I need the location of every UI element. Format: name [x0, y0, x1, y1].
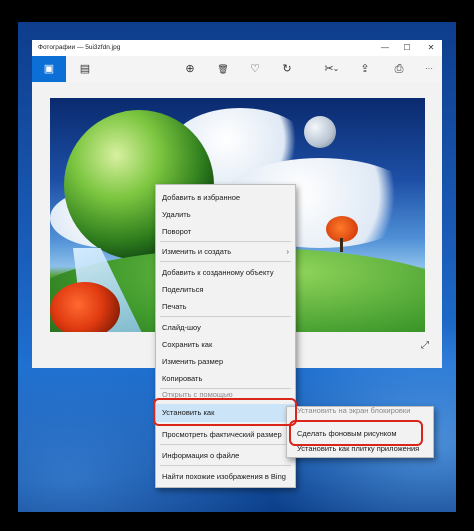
tree-trunk: [340, 238, 343, 252]
menu-item-label: Изменить и создать: [162, 247, 232, 256]
menu-item-label: Удалить: [162, 210, 191, 219]
menu-item-label: Поделиться: [162, 285, 204, 294]
menu-item-label: Печать: [162, 302, 187, 311]
photo-icon[interactable]: ▣: [32, 56, 66, 82]
delete-icon[interactable]: 🗑: [212, 56, 234, 82]
rotate-icon[interactable]: ↻: [276, 56, 298, 82]
share-icon[interactable]: ⇪: [354, 56, 376, 82]
print-icon[interactable]: ⎙: [388, 56, 410, 82]
menu-item-label: Найти похожие изображения в Bing: [162, 472, 286, 481]
maximize-button[interactable]: ☐: [396, 40, 418, 56]
menu-item-file-info[interactable]: Информация о файле: [156, 447, 295, 464]
window-title: Фотографии — 5ui3zfdn.jpg: [38, 44, 121, 51]
menu-item-label: Просмотреть фактический размер: [162, 430, 282, 439]
menu-item-label: Информация о файле: [162, 451, 240, 460]
menu-item-slideshow[interactable]: Слайд-шоу: [156, 319, 295, 336]
menu-separator: [160, 444, 291, 445]
highlight-set-as: [153, 398, 297, 426]
menu-item-copy[interactable]: Копировать: [156, 370, 295, 387]
menu-separator: [160, 316, 291, 317]
menu-item-share[interactable]: Поделиться: [156, 281, 295, 298]
menu-item-view-actual-size[interactable]: Просмотреть фактический размер: [156, 426, 295, 443]
menu-item-save-as[interactable]: Сохранить как: [156, 336, 295, 353]
chevron-down-icon[interactable]: ⌄: [330, 56, 342, 82]
menu-separator: [160, 241, 291, 242]
minimize-button[interactable]: —: [374, 40, 396, 56]
moon: [304, 116, 336, 148]
close-button[interactable]: ✕: [420, 40, 442, 56]
menu-item-label: Слайд-шоу: [162, 323, 201, 332]
more-icon[interactable]: ···: [418, 56, 440, 82]
menu-item-label: Сохранить как: [162, 340, 213, 349]
highlight-set-as-background: [289, 420, 423, 446]
menu-item-resize[interactable]: Изменить размер: [156, 353, 295, 370]
menu-item-edit-and-create[interactable]: Изменить и создать ›: [156, 243, 295, 260]
menu-separator: [160, 465, 291, 466]
submenu-item-label: Установить на экран блокировки: [297, 406, 411, 415]
menu-item-add-to-creation[interactable]: Добавить к созданному объекту: [156, 264, 295, 281]
menu-item-label: Добавить к созданному объекту: [162, 268, 274, 277]
chevron-right-icon: ›: [286, 247, 289, 256]
menu-separator: [160, 261, 291, 262]
title-bar[interactable]: Фотографии — 5ui3zfdn.jpg — ☐ ✕: [32, 40, 442, 56]
submenu-item-lock-screen[interactable]: Установить на экран блокировки: [287, 405, 433, 417]
favorite-icon[interactable]: ♡: [244, 56, 266, 82]
expand-icon[interactable]: ⤢: [418, 340, 432, 354]
info-icon[interactable]: ▤: [74, 56, 96, 82]
context-menu: Добавить в избранное Удалить Поворот Изм…: [155, 184, 296, 488]
menu-item-label: Поворот: [162, 227, 192, 236]
menu-item-delete[interactable]: Удалить: [156, 206, 295, 223]
toolbar: ▣ ▤ ⊕ 🗑 ♡ ↻ ✂ ⌄ ⇪ ⎙ ···: [32, 56, 442, 82]
menu-item-label: Добавить в избранное: [162, 193, 241, 202]
red-flowers: [50, 282, 120, 332]
menu-item-label: Изменить размер: [162, 357, 224, 366]
menu-item-add-to-favorites[interactable]: Добавить в избранное: [156, 189, 295, 206]
menu-item-print[interactable]: Печать: [156, 298, 295, 315]
menu-item-label: Копировать: [162, 374, 203, 383]
zoom-icon[interactable]: ⊕: [179, 56, 201, 82]
menu-item-find-similar-bing[interactable]: Найти похожие изображения в Bing: [156, 468, 295, 485]
menu-item-rotate[interactable]: Поворот: [156, 223, 295, 240]
